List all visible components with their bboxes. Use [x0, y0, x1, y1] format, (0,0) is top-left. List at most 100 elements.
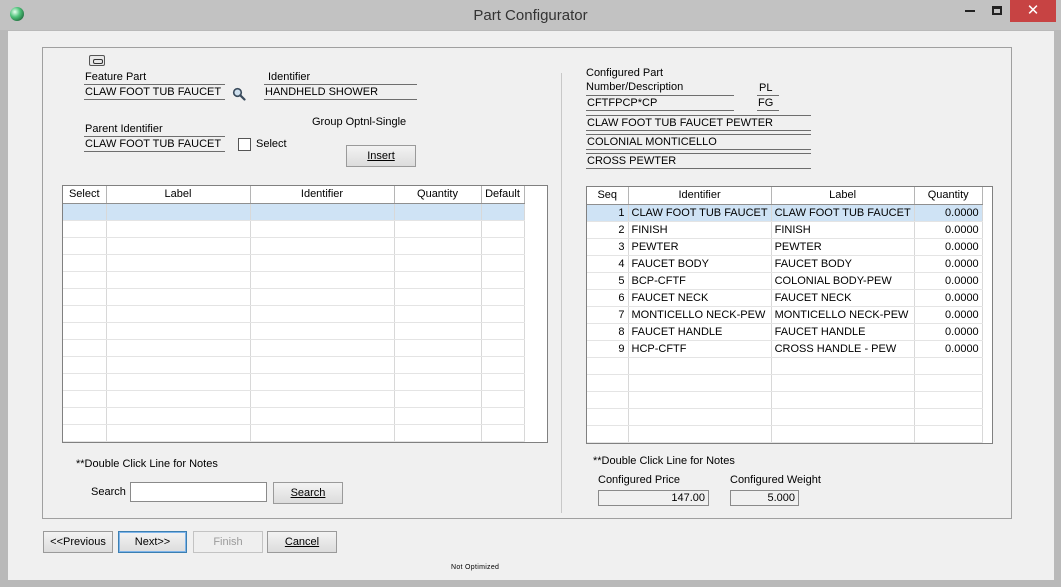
quantity-cell[interactable] [914, 391, 983, 409]
label-cell[interactable] [771, 408, 915, 426]
options-row[interactable] [63, 373, 525, 391]
col-identifier[interactable]: Identifier [250, 186, 395, 204]
options-row[interactable] [63, 339, 525, 357]
configuration-row[interactable]: 2 FINISH FINISH 0.0000 [587, 221, 983, 239]
seq-cell[interactable]: 7 [587, 306, 629, 324]
next-button[interactable]: Next>> [118, 531, 187, 553]
label-cell[interactable]: COLONIAL BODY-PEW [771, 272, 915, 290]
seq-cell[interactable]: 8 [587, 323, 629, 341]
configuration-row[interactable]: 6 FAUCET NECK FAUCET NECK 0.0000 [587, 289, 983, 307]
options-cell[interactable] [394, 288, 482, 306]
quantity-cell[interactable] [914, 425, 983, 443]
configured-price-field[interactable]: 147.00 [598, 490, 709, 506]
options-row[interactable] [63, 407, 525, 425]
seq-cell[interactable]: 3 [587, 238, 629, 256]
options-cell[interactable] [106, 356, 251, 374]
finish-button[interactable]: Finish [193, 531, 263, 553]
label-cell[interactable]: MONTICELLO NECK-PEW [771, 306, 915, 324]
label-cell[interactable] [771, 391, 915, 409]
options-cell[interactable] [106, 237, 251, 255]
options-cell[interactable] [394, 220, 482, 238]
search-button[interactable]: Search [273, 482, 343, 504]
options-row[interactable] [63, 390, 525, 408]
previous-button[interactable]: <<Previous [43, 531, 113, 553]
options-cell[interactable] [481, 356, 525, 374]
identifier-cell[interactable]: CLAW FOOT TUB FAUCET [628, 204, 772, 222]
quantity-cell[interactable] [914, 357, 983, 375]
seq-cell[interactable] [587, 425, 629, 443]
col-select[interactable]: Select [63, 186, 107, 204]
options-grid[interactable]: Select Label Identifier Quantity Default [62, 185, 548, 443]
options-cell[interactable] [63, 271, 107, 289]
seq-cell[interactable] [587, 408, 629, 426]
configured-description-3[interactable]: CROSS PEWTER [586, 153, 811, 169]
seq-cell[interactable] [587, 374, 629, 392]
options-cell[interactable] [250, 339, 395, 357]
identifier-cell[interactable] [628, 391, 772, 409]
configuration-row[interactable] [587, 374, 983, 392]
identifier-cell[interactable]: FAUCET BODY [628, 255, 772, 273]
configured-description-1[interactable]: CLAW FOOT TUB FAUCET PEWTER [586, 115, 811, 131]
seq-cell[interactable] [587, 357, 629, 375]
expand-toggle-icon[interactable] [89, 55, 105, 66]
options-row[interactable] [63, 220, 525, 238]
options-cell[interactable] [394, 407, 482, 425]
options-cell[interactable] [394, 305, 482, 323]
options-cell[interactable] [481, 254, 525, 272]
configuration-row[interactable]: 9 HCP-CFTF CROSS HANDLE - PEW 0.0000 [587, 340, 983, 358]
identifier-cell[interactable] [628, 374, 772, 392]
options-cell[interactable] [481, 237, 525, 255]
configured-part-number[interactable]: CFTFPCP*CP [586, 95, 734, 111]
configuration-row[interactable]: 5 BCP-CFTF COLONIAL BODY-PEW 0.0000 [587, 272, 983, 290]
configured-weight-field[interactable]: 5.000 [730, 490, 799, 506]
col-quantity[interactable]: Quantity [914, 187, 983, 205]
label-cell[interactable]: FAUCET HANDLE [771, 323, 915, 341]
identifier-cell[interactable] [628, 357, 772, 375]
magnifier-icon[interactable] [232, 87, 246, 101]
options-row[interactable] [63, 237, 525, 255]
identifier-cell[interactable]: BCP-CFTF [628, 272, 772, 290]
options-cell[interactable] [106, 254, 251, 272]
configuration-row[interactable]: 4 FAUCET BODY FAUCET BODY 0.0000 [587, 255, 983, 273]
configuration-row[interactable]: 3 PEWTER PEWTER 0.0000 [587, 238, 983, 256]
label-cell[interactable]: FINISH [771, 221, 915, 239]
options-cell[interactable] [106, 220, 251, 238]
quantity-cell[interactable]: 0.0000 [914, 272, 983, 290]
seq-cell[interactable]: 9 [587, 340, 629, 358]
options-cell[interactable] [63, 407, 107, 425]
options-row[interactable] [63, 203, 525, 221]
options-cell[interactable] [394, 390, 482, 408]
options-cell[interactable] [481, 424, 525, 442]
label-cell[interactable]: CLAW FOOT TUB FAUCET [771, 204, 915, 222]
options-cell[interactable] [106, 288, 251, 306]
options-cell[interactable] [481, 390, 525, 408]
options-cell[interactable] [63, 237, 107, 255]
configuration-row[interactable] [587, 425, 983, 443]
options-cell[interactable] [63, 373, 107, 391]
seq-cell[interactable]: 1 [587, 204, 629, 222]
minimize-button[interactable] [958, 0, 982, 22]
options-cell[interactable] [394, 237, 482, 255]
options-cell[interactable] [250, 254, 395, 272]
options-cell[interactable] [394, 356, 482, 374]
label-cell[interactable] [771, 357, 915, 375]
select-checkbox[interactable] [238, 138, 251, 151]
options-cell[interactable] [481, 407, 525, 425]
options-cell[interactable] [63, 339, 107, 357]
configuration-row[interactable]: 7 MONTICELLO NECK-PEW MONTICELLO NECK-PEW 0… [587, 306, 983, 324]
quantity-cell[interactable]: 0.0000 [914, 340, 983, 358]
options-row[interactable] [63, 288, 525, 306]
label-cell[interactable]: FAUCET NECK [771, 289, 915, 307]
identifier-cell[interactable] [628, 425, 772, 443]
options-cell[interactable] [250, 220, 395, 238]
col-default[interactable]: Default [481, 186, 525, 204]
configuration-row[interactable]: 1 CLAW FOOT TUB FAUCET CLAW FOOT TUB FAUCE… [587, 204, 983, 222]
identifier-cell[interactable]: FINISH [628, 221, 772, 239]
col-seq[interactable]: Seq [587, 187, 629, 205]
maximize-button[interactable] [985, 0, 1009, 22]
options-cell[interactable] [481, 305, 525, 323]
label-cell[interactable] [771, 425, 915, 443]
configuration-grid[interactable]: Seq Identifier Label Quantity 1 CLAW FOOT… [586, 186, 993, 444]
options-row[interactable] [63, 424, 525, 442]
options-cell[interactable] [63, 220, 107, 238]
